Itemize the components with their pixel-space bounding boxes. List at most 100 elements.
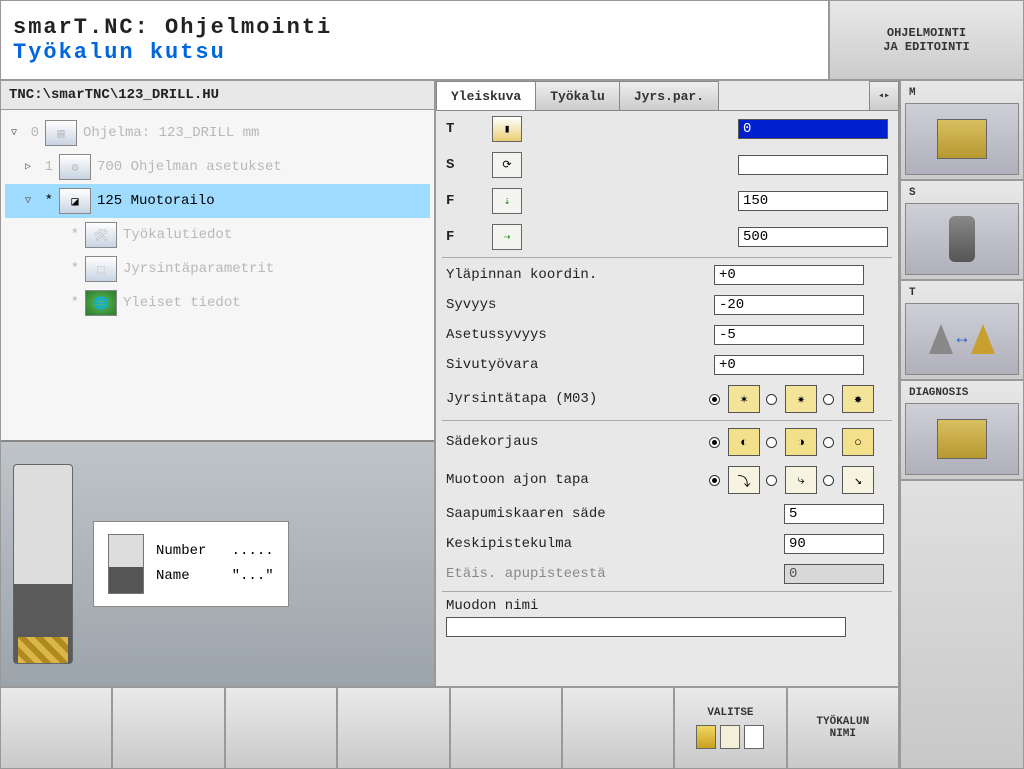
softkey-6[interactable] <box>562 687 674 769</box>
milling-mode-radio-1[interactable] <box>709 394 720 405</box>
feedrate-right-icon[interactable]: ⇢ <box>492 224 522 250</box>
label-aux-distance: Etäis. apupisteestä <box>446 566 776 582</box>
collapse-icon[interactable]: ▷ <box>23 161 33 173</box>
climb-milling-icon[interactable]: ✶ <box>728 385 760 413</box>
softkey-1[interactable] <box>0 687 112 769</box>
approach-tangent-icon[interactable]: ⤵ <box>728 466 760 494</box>
spindle-speed-input[interactable] <box>738 155 888 175</box>
tool-thumbnail-icon <box>108 534 144 594</box>
spindle-speed-icon[interactable]: ⟳ <box>492 152 522 178</box>
alt-milling-icon[interactable]: ✸ <box>842 385 874 413</box>
softkey-2[interactable] <box>112 687 224 769</box>
tab-overview[interactable]: Yleiskuva <box>436 81 536 110</box>
tool-number-label: Number <box>156 543 206 559</box>
label-radius-comp: Sädekorjaus <box>446 434 701 450</box>
tool-preview-panel: Number ..... Name "..." <box>1 440 434 686</box>
contour-icon: ◪ <box>59 188 91 214</box>
softkey-tool-name[interactable]: TYÖKALUN NIMI <box>787 687 899 769</box>
radius-right-icon[interactable]: ◑ <box>785 428 817 456</box>
shape-name-input[interactable] <box>446 617 846 637</box>
mode-button-programming[interactable]: OHJELMOINTI JA EDITOINTI <box>829 0 1024 80</box>
right-col-filler <box>900 480 1024 769</box>
expand-icon[interactable]: ▽ <box>23 195 33 207</box>
label-shape-name: Muodon nimi <box>446 598 888 614</box>
milling-mode-radio-3[interactable] <box>823 394 834 405</box>
program-tree: ▽ 0 ▤ Ohjelma: 123_DRILL mm ▷ 1 ⚙ 700 Oh… <box>1 110 434 440</box>
tree-row-millparams[interactable]: * ⬚ Jyrsintäparametrit <box>5 252 430 286</box>
mode-button-diagnosis[interactable]: DIAGNOSIS <box>900 380 1024 480</box>
program-tree-panel: TNC:\smarTNC\123_DRILL.HU ▽ 0 ▤ Ohjelma:… <box>0 80 435 687</box>
radius-comp-radio-2[interactable] <box>766 437 777 448</box>
softkey-5[interactable] <box>450 687 562 769</box>
parameter-form: Yleiskuva Työkalu Jyrs.par. ◂▸ T ▮ S <box>435 80 899 687</box>
softkey-bar: VALITSE TYÖKALUN NIMI <box>0 687 899 769</box>
mode-button-s[interactable]: S <box>900 180 1024 280</box>
approach-radio-1[interactable] <box>709 475 720 486</box>
tool-a-icon <box>929 324 953 354</box>
tool-info-card: Number ..... Name "..." <box>93 521 289 607</box>
tree-row-settings[interactable]: ▷ 1 ⚙ 700 Ohjelman asetukset <box>5 150 430 184</box>
milling-mode-radio-2[interactable] <box>766 394 777 405</box>
tab-bar: Yleiskuva Työkalu Jyrs.par. ◂▸ <box>436 81 898 111</box>
field-label-s: S <box>446 157 484 173</box>
tree-row-program[interactable]: ▽ 0 ▤ Ohjelma: 123_DRILL mm <box>5 116 430 150</box>
feedrate-down-icon[interactable]: ⇣ <box>492 188 522 214</box>
arc-radius-input[interactable] <box>784 504 884 524</box>
label-top-coord: Yläpinnan koordin. <box>446 267 706 283</box>
file-path: TNC:\smarTNC\123_DRILL.HU <box>1 81 434 110</box>
milling-icon: ⬚ <box>85 256 117 282</box>
top-coord-input[interactable] <box>714 265 864 285</box>
select-tool-icon <box>696 725 716 749</box>
tree-row-global[interactable]: * 🌐 Yleiset tiedot <box>5 286 430 320</box>
label-plunge-depth: Asetussyvyys <box>446 327 706 343</box>
feedrate-plunge-input[interactable] <box>738 191 888 211</box>
tool-b-icon <box>971 324 995 354</box>
tool-graphic <box>13 464 73 664</box>
mode-button-t[interactable]: T ↔ <box>900 280 1024 380</box>
tool-icon: 🛠 <box>85 222 117 248</box>
field-label-t: T <box>446 121 484 137</box>
feedrate-input[interactable] <box>738 227 888 247</box>
label-approach: Muotoon ajon tapa <box>446 472 701 488</box>
tool-number-icon[interactable]: ▮ <box>492 116 522 142</box>
radius-left-icon[interactable]: ◐ <box>728 428 760 456</box>
approach-options: ⤵ ⤷ ↘ <box>709 466 874 494</box>
approach-radio-3[interactable] <box>823 475 834 486</box>
field-label-f2: F <box>446 229 484 245</box>
app-subtitle: Työkalun kutsu <box>13 40 816 65</box>
tool-number-input[interactable] <box>738 119 888 139</box>
tool-name-label: Name <box>156 568 190 584</box>
tab-tool[interactable]: Työkalu <box>535 81 620 110</box>
label-side-allowance: Sivutyövara <box>446 357 706 373</box>
radius-comp-radio-3[interactable] <box>823 437 834 448</box>
spindle-icon <box>949 216 975 262</box>
plunge-depth-input[interactable] <box>714 325 864 345</box>
approach-radio-2[interactable] <box>766 475 777 486</box>
expand-icon[interactable]: ▽ <box>9 127 19 139</box>
radius-none-icon[interactable]: ○ <box>842 428 874 456</box>
mode-button-column: M S T ↔ DIAGNOSIS <box>899 80 1024 769</box>
tree-row-cycle-125[interactable]: ▽ * ◪ 125 Muotorailo <box>5 184 430 218</box>
globe-icon: 🌐 <box>85 290 117 316</box>
side-allowance-input[interactable] <box>714 355 864 375</box>
softkey-valitse[interactable]: VALITSE <box>674 687 786 769</box>
conventional-milling-icon[interactable]: ✷ <box>785 385 817 413</box>
tool-name-value: "..." <box>232 568 274 584</box>
tree-row-tooldata[interactable]: * 🛠 Työkalutiedot <box>5 218 430 252</box>
diagnosis-icon <box>937 419 987 459</box>
softkey-4[interactable] <box>337 687 449 769</box>
center-angle-input[interactable] <box>784 534 884 554</box>
approach-line-icon[interactable]: ↘ <box>842 466 874 494</box>
mode-button-m[interactable]: M <box>900 80 1024 180</box>
milling-mode-options: ✶ ✷ ✸ <box>709 385 874 413</box>
swap-icon: ↔ <box>957 329 968 349</box>
softkey-3[interactable] <box>225 687 337 769</box>
tab-scroll-right[interactable]: ◂▸ <box>869 81 899 110</box>
tab-millparam[interactable]: Jyrs.par. <box>619 81 719 110</box>
label-milling-mode: Jyrsintätapa (M03) <box>446 391 701 407</box>
header: smarT.NC: Ohjelmointi Työkalun kutsu <box>0 0 829 80</box>
depth-input[interactable] <box>714 295 864 315</box>
radius-comp-radio-1[interactable] <box>709 437 720 448</box>
aux-distance-input <box>784 564 884 584</box>
approach-perp-icon[interactable]: ⤷ <box>785 466 817 494</box>
